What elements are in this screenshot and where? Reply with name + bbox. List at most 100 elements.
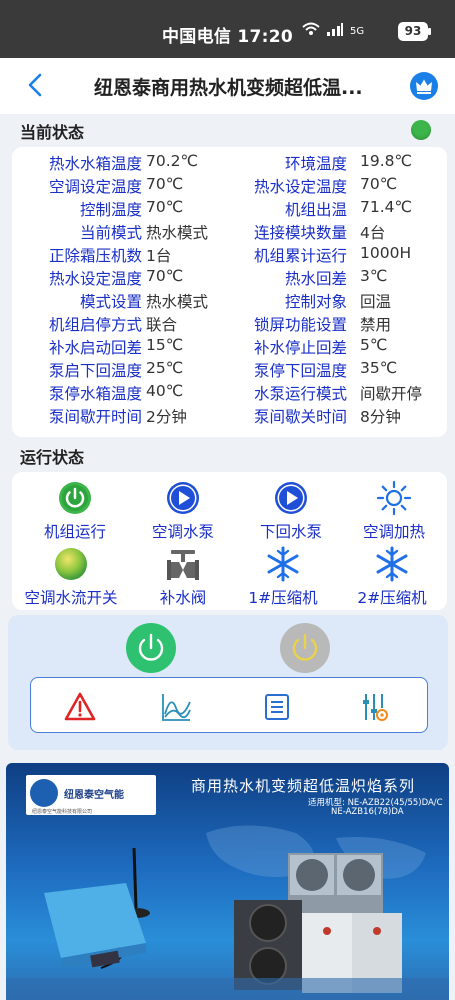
param-value: 70℃	[360, 175, 398, 193]
run-item-label: 空调加热	[362, 523, 425, 541]
power-on-button[interactable]	[126, 623, 176, 673]
chart-curve-icon	[162, 694, 191, 721]
alarm-button[interactable]	[63, 690, 97, 724]
param-label: 泵间歇关时间	[253, 408, 347, 426]
param-row: 泵停水箱温度 40℃ 水泵运行模式 间歇开停	[12, 382, 447, 405]
run-item-unit: 机组运行	[20, 480, 130, 544]
param-label: 连接模块数量	[253, 224, 347, 242]
param-label: 空调设定温度	[48, 178, 142, 196]
list-icon	[265, 694, 289, 720]
param-label: 模式设置	[79, 293, 142, 311]
param-row: 模式设置 热水模式 控制对象 回温	[12, 290, 447, 313]
param-value: 15℃	[146, 336, 184, 354]
param-label: 控制温度	[79, 201, 142, 219]
param-row: 泵间歇开时间 2分钟 泵间歇关时间 8分钟	[12, 405, 447, 428]
param-row: 热水设定温度 70℃ 热水回差 3℃	[12, 267, 447, 290]
product-banner[interactable]: 纽恩泰空气能 纽恩泰空气能科技有限公司 商用热水机变频超低温炽焰系列 适用机型:…	[6, 763, 449, 1000]
run-item-refill-valve: 补水阀	[128, 546, 238, 608]
run-status-card: 机组运行 空调水泵 下回水泵 空调加热 空调水流开关 补水阀 1#压缩机 2#压…	[12, 472, 447, 610]
app-header: 纽恩泰商用热水机变频超低温...	[0, 58, 455, 114]
param-label: 水泵运行模式	[253, 385, 347, 403]
param-value: 35℃	[360, 359, 398, 377]
banner-artwork	[6, 825, 449, 1000]
param-value: 热水模式	[146, 293, 209, 311]
param-label: 泵启下回温度	[48, 362, 142, 380]
signal-icon	[326, 22, 344, 40]
param-value: 71.4℃	[360, 198, 412, 216]
curve-button[interactable]	[159, 690, 193, 724]
param-row: 当前模式 热水模式 连接模块数量 4台	[12, 221, 447, 244]
param-label: 泵停下回温度	[253, 362, 347, 380]
status-icons: 5G	[302, 22, 364, 40]
param-value: 热水模式	[146, 224, 209, 242]
page-title: 纽恩泰商用热水机变频超低温...	[94, 77, 363, 99]
param-value: 8分钟	[360, 408, 401, 426]
param-value: 70℃	[146, 175, 184, 193]
param-value: 1台	[146, 247, 172, 265]
param-label: 环境温度	[284, 155, 347, 173]
run-status-title: 运行状态	[20, 448, 85, 467]
play-icon	[167, 482, 199, 514]
param-value: 4台	[360, 224, 386, 242]
param-row: 正除霜压机数 1台 机组累计运行 1000H	[12, 244, 447, 267]
param-label: 机组出温	[284, 201, 347, 219]
run-item-label: 1#压缩机	[248, 589, 318, 607]
param-value: 回温	[360, 293, 392, 311]
param-label: 机组启停方式	[48, 316, 142, 334]
param-label: 锁屏功能设置	[253, 316, 347, 334]
param-label: 补水启动回差	[48, 339, 142, 357]
log-button[interactable]	[260, 690, 294, 724]
run-item-compressor-2: 2#压缩机	[337, 546, 447, 608]
param-value: 70℃	[146, 267, 184, 285]
signal-label: 5G	[350, 25, 365, 37]
system-status-bar: 中国电信 17:20 5G 93	[0, 0, 455, 58]
run-item-label: 空调水流开关	[24, 589, 118, 607]
run-item-label: 空调水泵	[151, 523, 214, 541]
run-item-return-pump: 下回水泵	[236, 480, 346, 544]
carrier-time: 中国电信 17:20	[162, 27, 294, 47]
param-label: 泵间歇开时间	[48, 408, 142, 426]
power-icon	[292, 633, 318, 661]
param-value: 19.8℃	[360, 152, 412, 170]
param-row: 机组启停方式 联合 锁屏功能设置 禁用	[12, 313, 447, 336]
warning-icon	[64, 692, 96, 721]
param-row: 热水水箱温度 70.2℃ 环境温度 19.8℃	[12, 152, 447, 175]
power-off-button[interactable]	[280, 623, 330, 673]
run-item-compressor-1: 1#压缩机	[228, 546, 338, 608]
param-label: 热水回差	[284, 270, 347, 288]
run-item-label: 2#压缩机	[357, 589, 427, 607]
param-value: 40℃	[146, 382, 184, 400]
param-label: 泵停水箱温度	[48, 385, 142, 403]
param-label: 当前模式	[79, 224, 142, 242]
back-button[interactable]	[22, 70, 50, 100]
crown-button[interactable]	[410, 72, 438, 100]
crown-icon	[416, 79, 432, 94]
run-item-label: 机组运行	[43, 523, 106, 541]
param-label: 热水水箱温度	[48, 155, 142, 173]
param-value: 25℃	[146, 359, 184, 377]
param-label: 正除霜压机数	[48, 247, 142, 265]
param-value: 2分钟	[146, 408, 187, 426]
param-row: 空调设定温度 70℃ 热水设定温度 70℃	[12, 175, 447, 198]
valve-icon	[167, 550, 199, 580]
param-row: 控制温度 70℃ 机组出温 71.4℃	[12, 198, 447, 221]
current-status-title: 当前状态	[20, 123, 85, 142]
function-toolbar	[30, 677, 428, 733]
param-label: 机组累计运行	[253, 247, 347, 265]
snowflake-icon	[376, 546, 408, 582]
run-item-ac-pump: 空调水泵	[128, 480, 238, 544]
sun-icon	[376, 480, 412, 516]
chevron-left-icon	[28, 73, 42, 97]
online-indicator	[411, 120, 431, 140]
power-icon	[59, 482, 91, 514]
power-icon	[138, 633, 164, 661]
param-label: 控制对象	[284, 293, 347, 311]
param-value: 70℃	[146, 198, 184, 216]
play-icon	[275, 482, 307, 514]
run-item-flow-switch: 空调水流开关	[16, 546, 126, 608]
param-label: 补水停止回差	[253, 339, 347, 357]
param-value: 1000H	[360, 244, 412, 262]
battery-indicator: 93	[398, 22, 431, 41]
param-label: 热水设定温度	[253, 178, 347, 196]
settings-button[interactable]	[357, 690, 391, 724]
